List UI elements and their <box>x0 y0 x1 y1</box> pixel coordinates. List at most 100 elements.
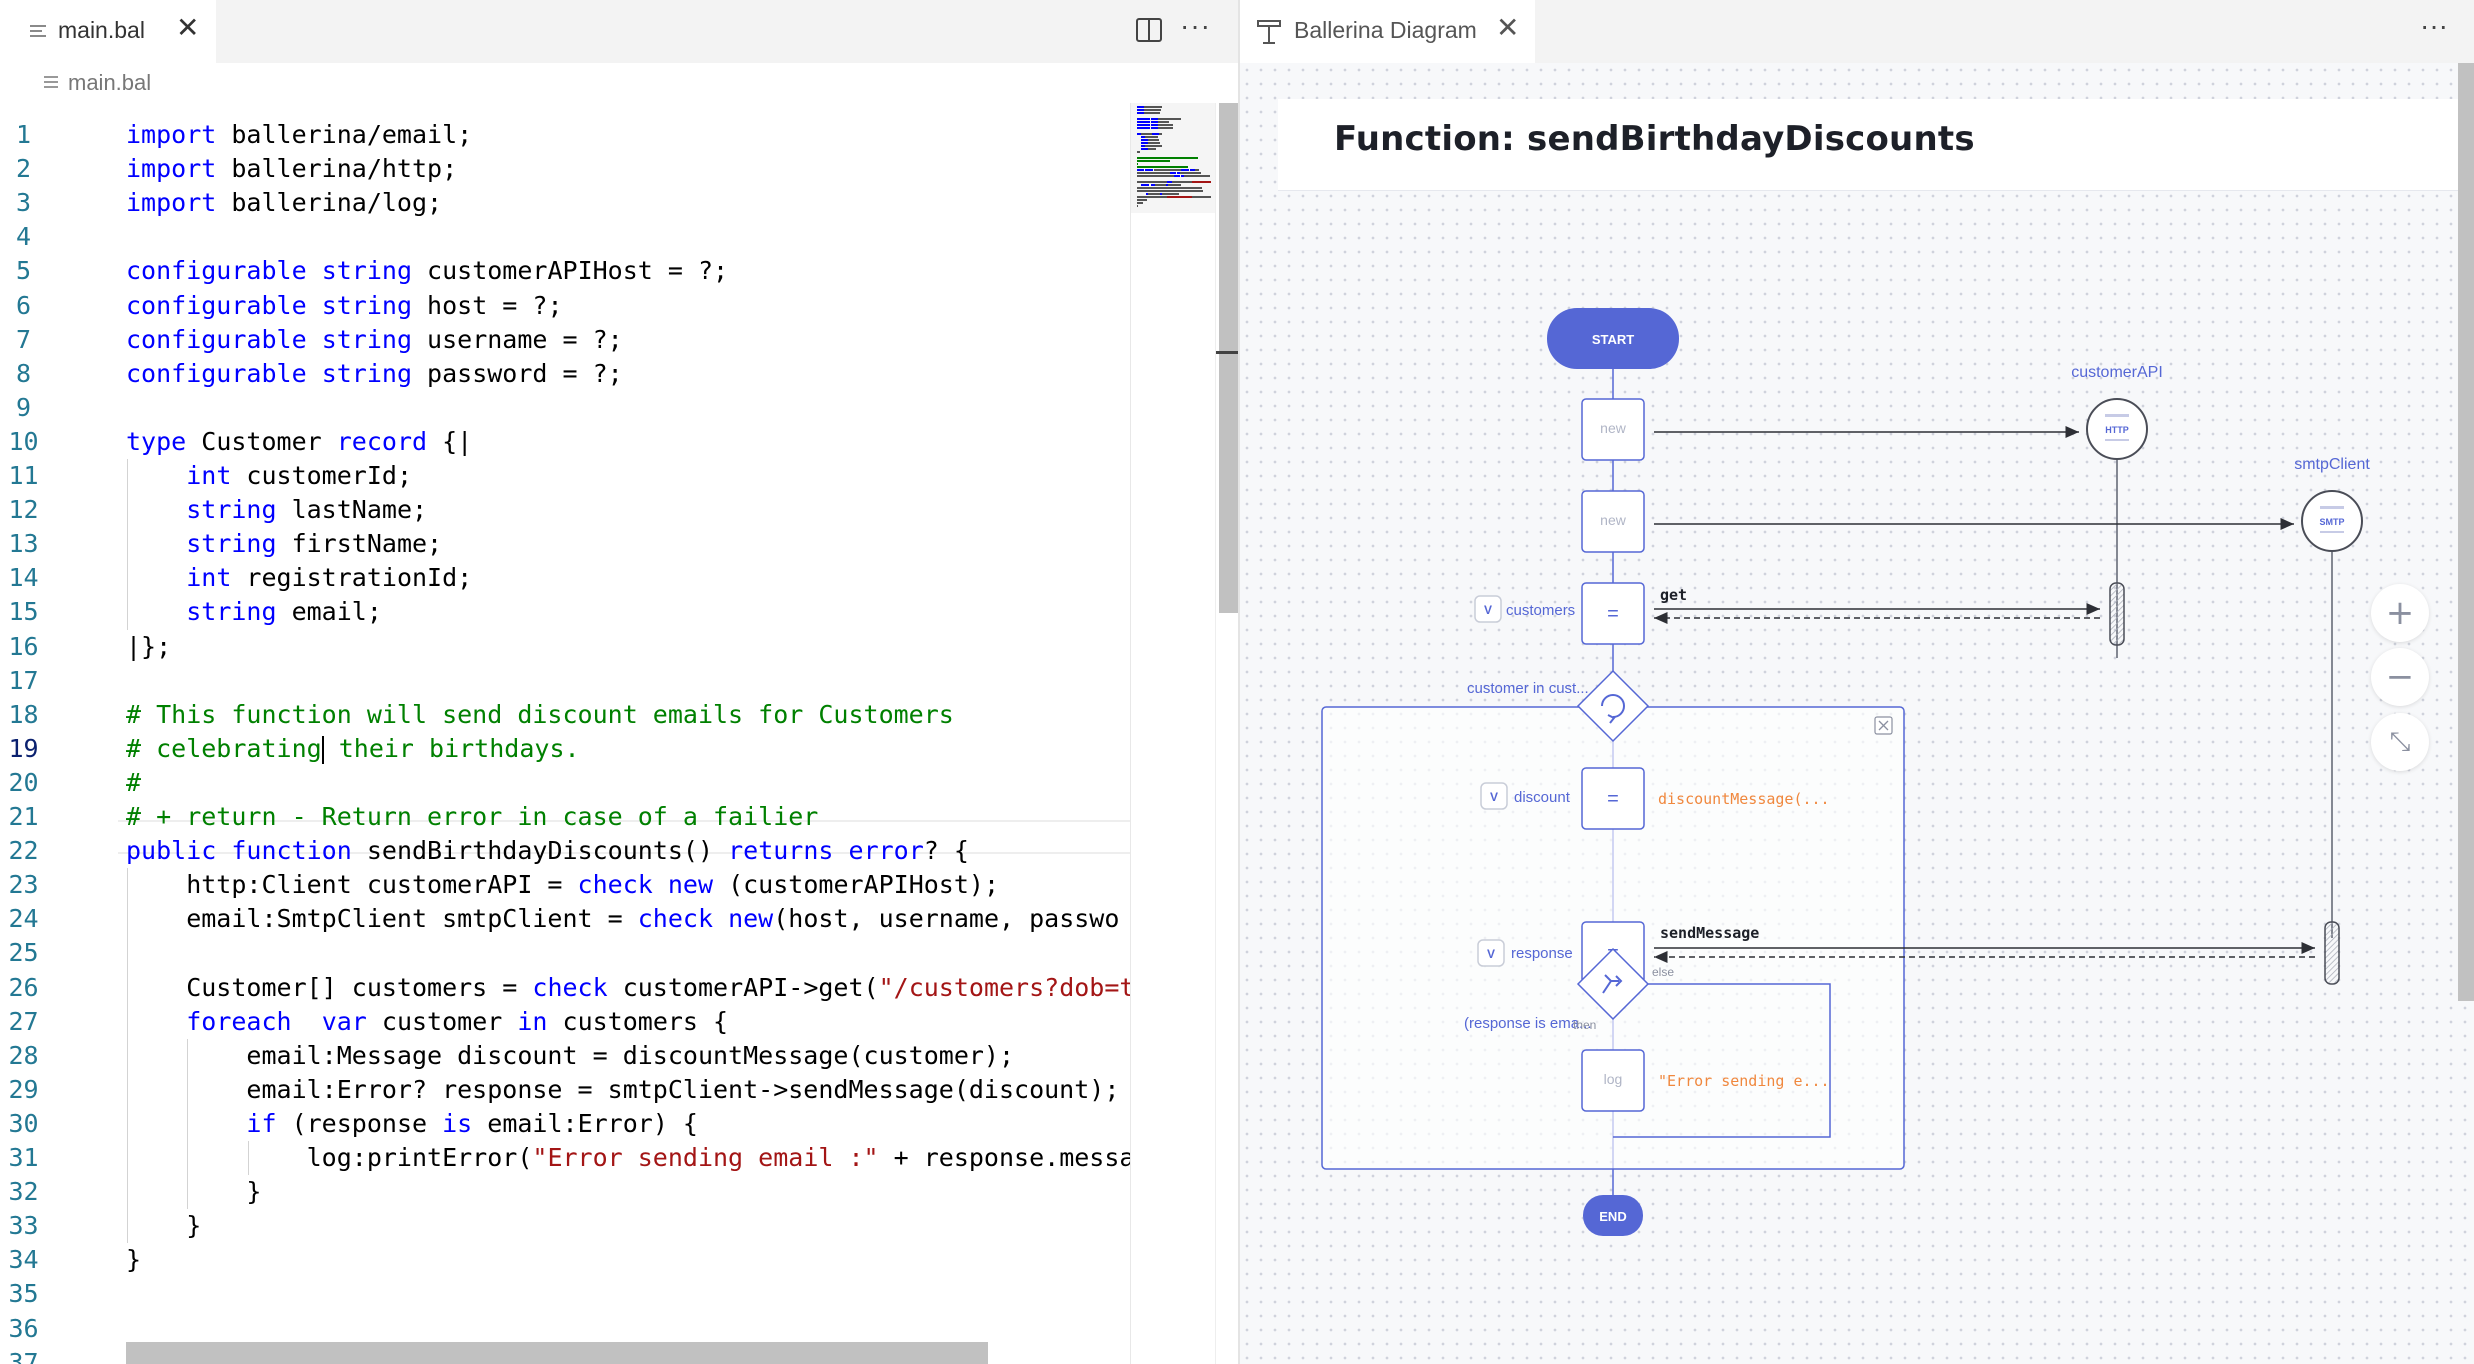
minimap-token <box>1137 181 1167 183</box>
code-line[interactable]: 7 configurable string username = ?; <box>0 323 1130 357</box>
line-number: 7 <box>15 324 32 354</box>
code-line[interactable]: 17 <box>0 664 1130 698</box>
horizontal-scrollbar-thumb[interactable] <box>126 1342 988 1364</box>
code-token: Customer[] customers = <box>126 972 533 1002</box>
code-line[interactable]: 19 # celebrating their birthdays. <box>0 732 1130 766</box>
code-line[interactable]: 10 type Customer record {| <box>0 425 1130 459</box>
zoom-out-button[interactable]: − <box>2371 648 2429 706</box>
code-line[interactable]: 33 } <box>0 1209 1130 1243</box>
close-icon[interactable]: ✕ <box>1496 14 1519 42</box>
code-line[interactable]: 22 public function sendBirthdayDiscounts(… <box>0 834 1130 868</box>
minimap[interactable] <box>1130 103 1216 1364</box>
new-smtp-client-node[interactable]: new <box>1581 490 2294 553</box>
code-line[interactable]: 27 foreach var customer in customers { <box>0 1005 1130 1039</box>
variable-icon: V <box>1490 790 1498 804</box>
code-line[interactable]: 3 import ballerina/log; <box>0 186 1130 220</box>
code-line[interactable]: 1 import ballerina/email; <box>0 118 1130 152</box>
code-line[interactable]: 36 <box>0 1312 1130 1346</box>
vertical-scrollbar[interactable] <box>1215 103 1238 1364</box>
diagram-canvas[interactable]: Function: sendBirthdayDiscounts START cu… <box>1240 63 2474 1364</box>
code-token: string <box>186 495 277 525</box>
code-text: configurable string host = ?; <box>126 289 563 323</box>
code-line[interactable]: 14 int registrationId; <box>0 561 1130 595</box>
code-token: their birthdays. <box>323 733 580 763</box>
new-customer-api-node[interactable]: new <box>1581 398 2079 461</box>
code-line[interactable]: 2 import ballerina/http; <box>0 152 1130 186</box>
code-token: customer <box>366 1006 518 1036</box>
code-line[interactable]: 29 email:Error? response = smtpClient->s… <box>0 1073 1130 1107</box>
minimap-token <box>1137 151 1141 153</box>
diagram-tab-bar: Ballerina Diagram ✕ ··· <box>1240 0 2474 63</box>
tab-main-bal[interactable]: main.bal ✕ <box>0 0 216 63</box>
split-editor-icon[interactable] <box>1136 18 1162 42</box>
minimap-token <box>1137 118 1151 120</box>
minimap-token <box>1141 184 1150 186</box>
code-line[interactable]: 11 int customerId; <box>0 459 1130 493</box>
code-text: # celebrating their birthdays. <box>126 732 580 766</box>
code-line[interactable]: 30 if (response is email:Error) { <box>0 1107 1130 1141</box>
code-line[interactable]: 25 <box>0 936 1130 970</box>
more-actions-icon[interactable]: ··· <box>2420 10 2448 42</box>
code-line[interactable]: 20 # <box>0 766 1130 800</box>
minimap-token <box>1148 142 1161 144</box>
code-text: # + return - Return error in case of a f… <box>126 800 818 834</box>
code-line[interactable]: 13 string firstName; <box>0 527 1130 561</box>
tab-ballerina-diagram[interactable]: Ballerina Diagram ✕ <box>1240 0 1535 63</box>
breadcrumb-file[interactable]: main.bal <box>68 70 151 96</box>
code-token: function <box>231 836 352 866</box>
code-line[interactable]: 32 } <box>0 1175 1130 1209</box>
close-icon[interactable]: ✕ <box>176 14 199 42</box>
line-number: 33 <box>8 1211 39 1241</box>
minimap-token <box>1137 202 1143 204</box>
more-actions-icon[interactable]: ··· <box>1180 10 1211 42</box>
code-line[interactable]: 15 string email; <box>0 595 1130 629</box>
code-area[interactable]: 1 import ballerina/email; 2 import ballerin… <box>0 103 1130 1364</box>
minimap-token <box>1137 109 1144 111</box>
new-label: new <box>1600 512 1627 528</box>
vertical-scrollbar-thumb[interactable] <box>1219 103 1238 613</box>
minimap-token <box>1144 145 1163 147</box>
code-line[interactable]: 18 # This function will send discount ema… <box>0 698 1130 732</box>
endpoint-smtp-client[interactable]: smtpClient SMTP <box>2294 456 2370 938</box>
minimap-token <box>1144 169 1154 171</box>
code-text: public function sendBirthdayDiscounts() … <box>126 834 969 868</box>
code-line[interactable]: 16 |}; <box>0 630 1130 664</box>
zoom-in-button[interactable]: + <box>2371 584 2429 642</box>
fit-to-screen-button[interactable]: ⤡ <box>2371 713 2429 771</box>
code-line[interactable]: 26 Customer[] customers = check customer… <box>0 971 1130 1005</box>
minimap-token <box>1151 124 1158 126</box>
code-line[interactable]: 21 # + return - Return error in case of a… <box>0 800 1130 834</box>
code-text: } <box>126 1243 141 1277</box>
code-line[interactable]: 9 <box>0 391 1130 425</box>
code-token: string <box>321 256 412 286</box>
code-line[interactable]: 12 string lastName; <box>0 493 1130 527</box>
code-line[interactable]: 4 <box>0 220 1130 254</box>
line-number: 29 <box>8 1074 39 1104</box>
start-node[interactable]: START <box>1547 308 1679 369</box>
minimap-token <box>1152 133 1159 135</box>
minimap-token <box>1151 118 1158 120</box>
minimap-token <box>1154 184 1166 186</box>
breadcrumb[interactable]: main.bal <box>44 68 151 98</box>
code-line[interactable]: 23 http:Client customerAPI = check new (… <box>0 868 1130 902</box>
code-line[interactable]: 28 email:Message discount = discountMess… <box>0 1039 1130 1073</box>
minimap-token <box>1157 127 1174 129</box>
minimap-token <box>1137 160 1152 162</box>
line-number: 26 <box>8 972 39 1002</box>
minimap-token <box>1144 136 1158 138</box>
code-line[interactable]: 24 email:SmtpClient smtpClient = check n… <box>0 902 1130 936</box>
code-token: ballerina/log; <box>216 188 443 218</box>
code-text: string firstName; <box>126 527 442 561</box>
code-line[interactable]: 5 configurable string customerAPIHost = ?… <box>0 254 1130 288</box>
customers-assign-node[interactable]: V customers = get <box>1474 582 2125 646</box>
code-line[interactable]: 31 log:printError("Error sending email :… <box>0 1141 1130 1175</box>
diagram-pane: Ballerina Diagram ✕ ··· Function: sendBi… <box>1240 0 2474 1364</box>
code-line[interactable]: 6 configurable string host = ?; <box>0 289 1130 323</box>
code-line[interactable]: 35 <box>0 1277 1130 1311</box>
end-node[interactable]: END <box>1583 1195 1643 1236</box>
code-line[interactable]: 8 configurable string password = ?; <box>0 357 1130 391</box>
code-line[interactable]: 34} <box>0 1243 1130 1277</box>
